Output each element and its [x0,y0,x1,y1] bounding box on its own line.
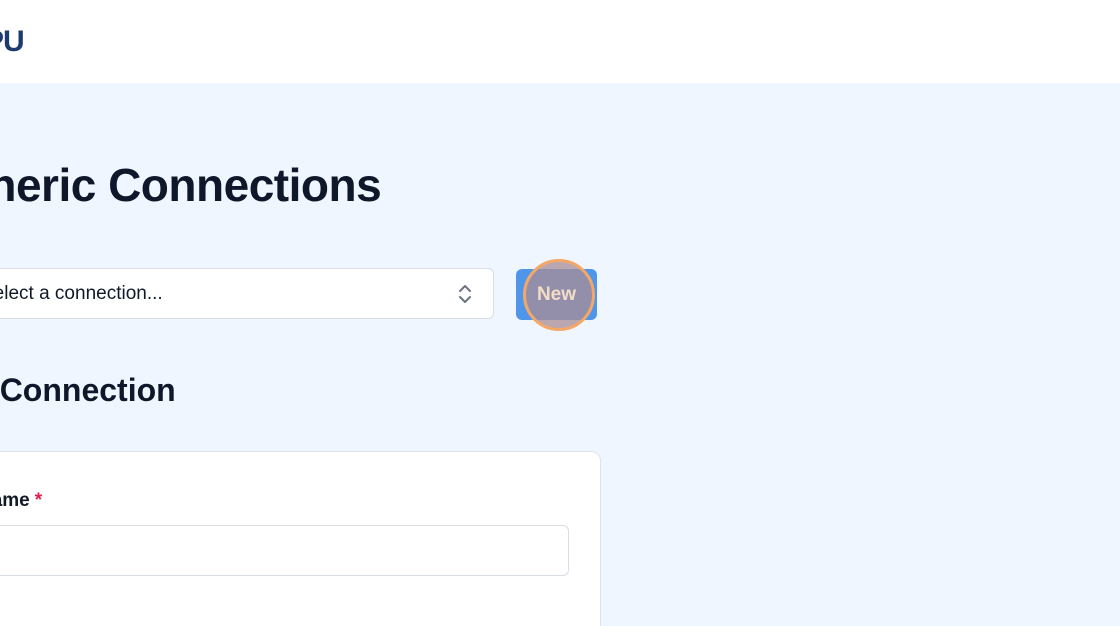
connection-select-value: Select a connection... [0,283,163,304]
connection-select[interactable]: Select a connection... [0,268,494,319]
page-title: Generic Connections [0,159,382,211]
required-mark: * [34,490,43,511]
chevron-up-down-icon [459,285,471,303]
logo[interactable]: PU [0,22,25,62]
top-bar: PU [0,0,1120,83]
section-title: New Connection [0,372,176,408]
main-content: Generic Connections Select a connection.… [0,83,1120,626]
name-field-label: Name* [0,489,42,513]
name-input[interactable] [0,525,569,576]
page: PU Generic Connections Select a connecti… [0,0,1120,626]
name-field-label-text: Name [0,490,30,511]
new-button[interactable] [516,269,597,320]
